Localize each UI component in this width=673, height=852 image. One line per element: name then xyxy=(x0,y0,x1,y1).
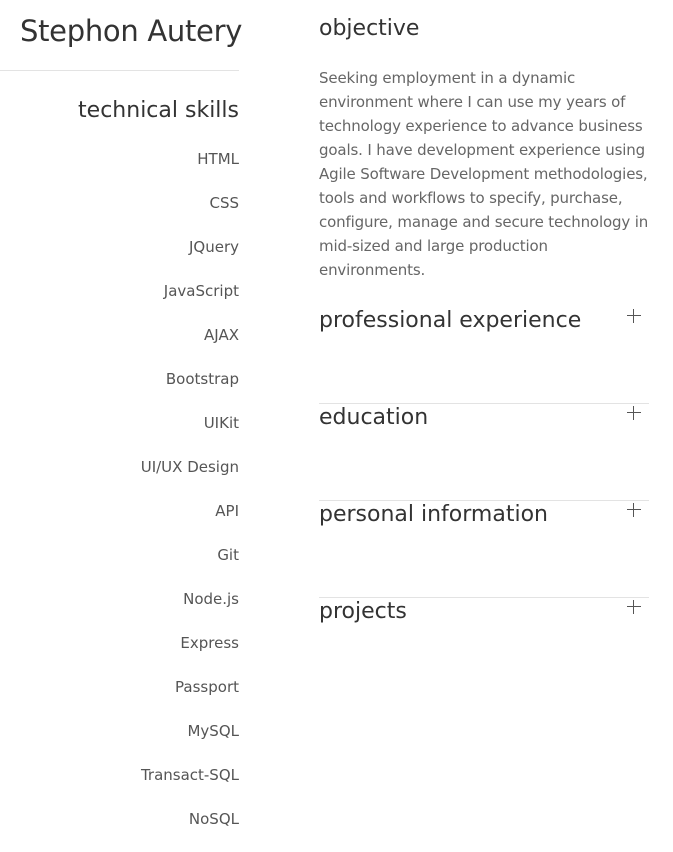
skill-item: CSS xyxy=(209,194,239,212)
objective-heading: objective xyxy=(319,16,420,41)
skill-item: Bootstrap xyxy=(165,370,239,388)
skill-item: NoSQL xyxy=(188,810,239,828)
skill-item: API xyxy=(215,502,239,520)
skill-item: Passport xyxy=(175,678,239,696)
section-personal-information[interactable]: personal information xyxy=(319,500,649,598)
section-title[interactable]: education xyxy=(319,403,428,433)
skills-heading: technical skills xyxy=(78,98,239,123)
objective-text: Seeking employment in a dynamic environm… xyxy=(319,69,649,279)
section-projects[interactable]: projects xyxy=(319,597,649,694)
skill-item: Transact-SQL xyxy=(140,766,239,784)
skill-item: UIKit xyxy=(203,414,239,432)
skill-item: Node.js xyxy=(183,590,239,608)
skill-item: JavaScript xyxy=(163,282,239,300)
section-professional-experience[interactable]: professional experience xyxy=(319,306,649,404)
plus-icon[interactable] xyxy=(627,503,641,517)
section-title[interactable]: personal information xyxy=(319,500,548,530)
skill-item: AJAX xyxy=(204,326,239,344)
skills-list: HTML CSS JQuery JavaScript AJAX Bootstra… xyxy=(0,148,239,852)
skill-item: JQuery xyxy=(188,238,239,256)
name-divider xyxy=(0,70,239,71)
skill-item: MySQL xyxy=(187,722,239,740)
section-title[interactable]: professional experience xyxy=(319,306,581,336)
profile-name: Stephon Autery xyxy=(20,14,243,48)
section-education[interactable]: education xyxy=(319,403,649,501)
plus-icon[interactable] xyxy=(627,600,641,614)
skill-item: Express xyxy=(180,634,239,652)
section-title[interactable]: projects xyxy=(319,597,407,627)
skill-item: UI/UX Design xyxy=(140,458,239,476)
skill-item: HTML xyxy=(197,150,239,168)
plus-icon[interactable] xyxy=(627,406,641,420)
plus-icon[interactable] xyxy=(627,309,641,323)
skill-item: Git xyxy=(217,546,239,564)
